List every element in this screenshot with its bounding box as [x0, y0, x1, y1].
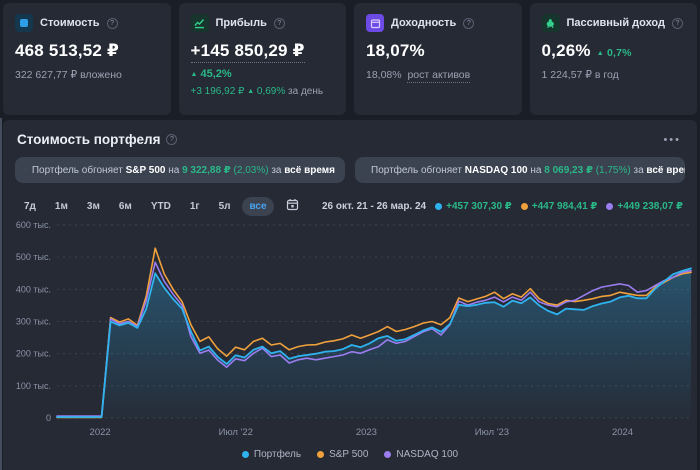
- up-triangle-icon: ▲: [191, 71, 198, 78]
- help-icon[interactable]: ?: [166, 134, 177, 145]
- card-portfolio-value: Стоимость ? 468 513,52 ₽ 322 627,77 ₽ вл…: [3, 3, 171, 115]
- range-button-7д[interactable]: 7д: [17, 197, 43, 216]
- series-dot-icon: [384, 451, 391, 458]
- portfolio-chart-panel: Стоимость портфеля ? ••• Портфель обгоня…: [3, 120, 697, 470]
- profit-per-day: +3 196,92 ₽ ▲ 0,69% за день: [191, 86, 335, 97]
- card-yield: Доходность ? 18,07% 18,08% рост активов: [354, 3, 522, 115]
- up-triangle-icon: ▲: [247, 88, 254, 95]
- svg-text:Июл '22: Июл '22: [219, 427, 253, 438]
- passive-income-value: 0,26%▲ 0,7%: [542, 41, 686, 61]
- legend-item-S&P 500[interactable]: S&P 500: [317, 449, 368, 460]
- card-profit: Прибыль ? +145 850,29 ₽ ▲ 45,2% +3 196,9…: [179, 3, 347, 115]
- card-label: Прибыль: [216, 17, 267, 29]
- series-dot-icon: [242, 451, 249, 458]
- help-icon[interactable]: ?: [463, 18, 474, 29]
- series-dot-icon: [435, 203, 442, 210]
- series-dot-icon: [317, 451, 324, 458]
- profit-value: +145 850,29 ₽: [191, 41, 305, 63]
- card-label: Доходность: [391, 17, 456, 29]
- svg-text:2024: 2024: [612, 427, 633, 438]
- piggy-bank-icon: [542, 14, 560, 32]
- gain-Портфель: +457 307,30 ₽: [435, 201, 512, 212]
- svg-text:300 тыс.: 300 тыс.: [16, 317, 51, 327]
- rocket-icon: [25, 164, 26, 176]
- range-button-1м[interactable]: 1м: [48, 197, 75, 216]
- range-button-YTD[interactable]: YTD: [144, 197, 178, 216]
- page-edge-divider: [0, 118, 2, 470]
- legend-item-Портфель[interactable]: Портфель: [242, 449, 301, 460]
- range-button-3м[interactable]: 3м: [80, 197, 107, 216]
- help-icon[interactable]: ?: [672, 18, 683, 29]
- date-range: 26 окт. 21 - 26 мар. 24: [322, 201, 426, 212]
- calendar-button[interactable]: [282, 196, 303, 216]
- time-range-buttons: 7д 1м 3м 6м YTD 1г 5лвсе: [17, 196, 303, 216]
- banner-vs-sp500: Портфель обгоняет S&P 500 на 9 322,88 ₽ …: [15, 157, 345, 183]
- banner-vs-nasdaq: Портфель обгоняет NASDAQ 100 на 8 069,23…: [355, 157, 685, 183]
- asset-growth: 18,08% рост активов: [366, 69, 510, 81]
- calendar-yield-icon: [366, 14, 384, 32]
- card-label: Пассивный доход: [567, 17, 665, 29]
- chart-legend: Портфель S&P 500 NASDAQ 100: [3, 449, 697, 460]
- range-button-6м[interactable]: 6м: [112, 197, 139, 216]
- period-info: 26 окт. 21 - 26 мар. 24 +457 307,30 ₽ +44…: [322, 201, 683, 212]
- up-triangle-icon: ▲: [597, 50, 604, 57]
- stat-cards-row: Стоимость ? 468 513,52 ₽ 322 627,77 ₽ вл…: [0, 0, 700, 115]
- profit-chart-icon: [191, 14, 209, 32]
- series-dot-icon: [606, 203, 613, 210]
- svg-text:200 тыс.: 200 тыс.: [16, 349, 51, 359]
- help-icon[interactable]: ?: [107, 18, 118, 29]
- section-title: Стоимость портфеля: [17, 132, 160, 147]
- portfolio-value: 468 513,52 ₽: [15, 41, 159, 61]
- gain-NASDAQ 100: +449 238,07 ₽: [606, 201, 683, 212]
- invested-amount: 322 627,77 ₽ вложено: [15, 69, 159, 81]
- value-square-icon: [15, 14, 33, 32]
- svg-text:400 тыс.: 400 тыс.: [16, 284, 51, 294]
- passive-income-year: 1 224,57 ₽ в год: [542, 69, 686, 81]
- range-button-5л[interactable]: 5л: [212, 197, 238, 216]
- svg-text:600 тыс.: 600 тыс.: [16, 220, 51, 230]
- portfolio-line-chart[interactable]: 600 тыс. 500 тыс. 400 тыс. 300 тыс. 200 тыс.…: [7, 220, 699, 442]
- benchmark-banners: Портфель обгоняет S&P 500 на 9 322,88 ₽ …: [3, 147, 697, 183]
- calendar-icon: [286, 198, 299, 211]
- gain-S&P 500: +447 984,41 ₽: [521, 201, 598, 212]
- range-button-1г[interactable]: 1г: [183, 197, 207, 216]
- range-button-все[interactable]: все: [242, 197, 273, 216]
- more-menu-icon[interactable]: •••: [663, 134, 681, 146]
- help-icon[interactable]: ?: [274, 18, 285, 29]
- svg-text:500 тыс.: 500 тыс.: [16, 252, 51, 262]
- svg-text:2023: 2023: [356, 427, 377, 438]
- card-label: Стоимость: [40, 17, 100, 29]
- svg-text:100 тыс.: 100 тыс.: [16, 381, 51, 391]
- legend-item-NASDAQ 100[interactable]: NASDAQ 100: [384, 449, 458, 460]
- svg-text:0: 0: [46, 413, 51, 423]
- card-passive-income: Пассивный доход ? 0,26%▲ 0,7% 1 224,57 ₽…: [530, 3, 698, 115]
- svg-text:Июл '23: Июл '23: [475, 427, 509, 438]
- series-dot-icon: [521, 203, 528, 210]
- svg-text:2022: 2022: [90, 427, 111, 438]
- profit-percent: ▲ 45,2%: [191, 68, 335, 80]
- yield-value: 18,07%: [366, 41, 510, 61]
